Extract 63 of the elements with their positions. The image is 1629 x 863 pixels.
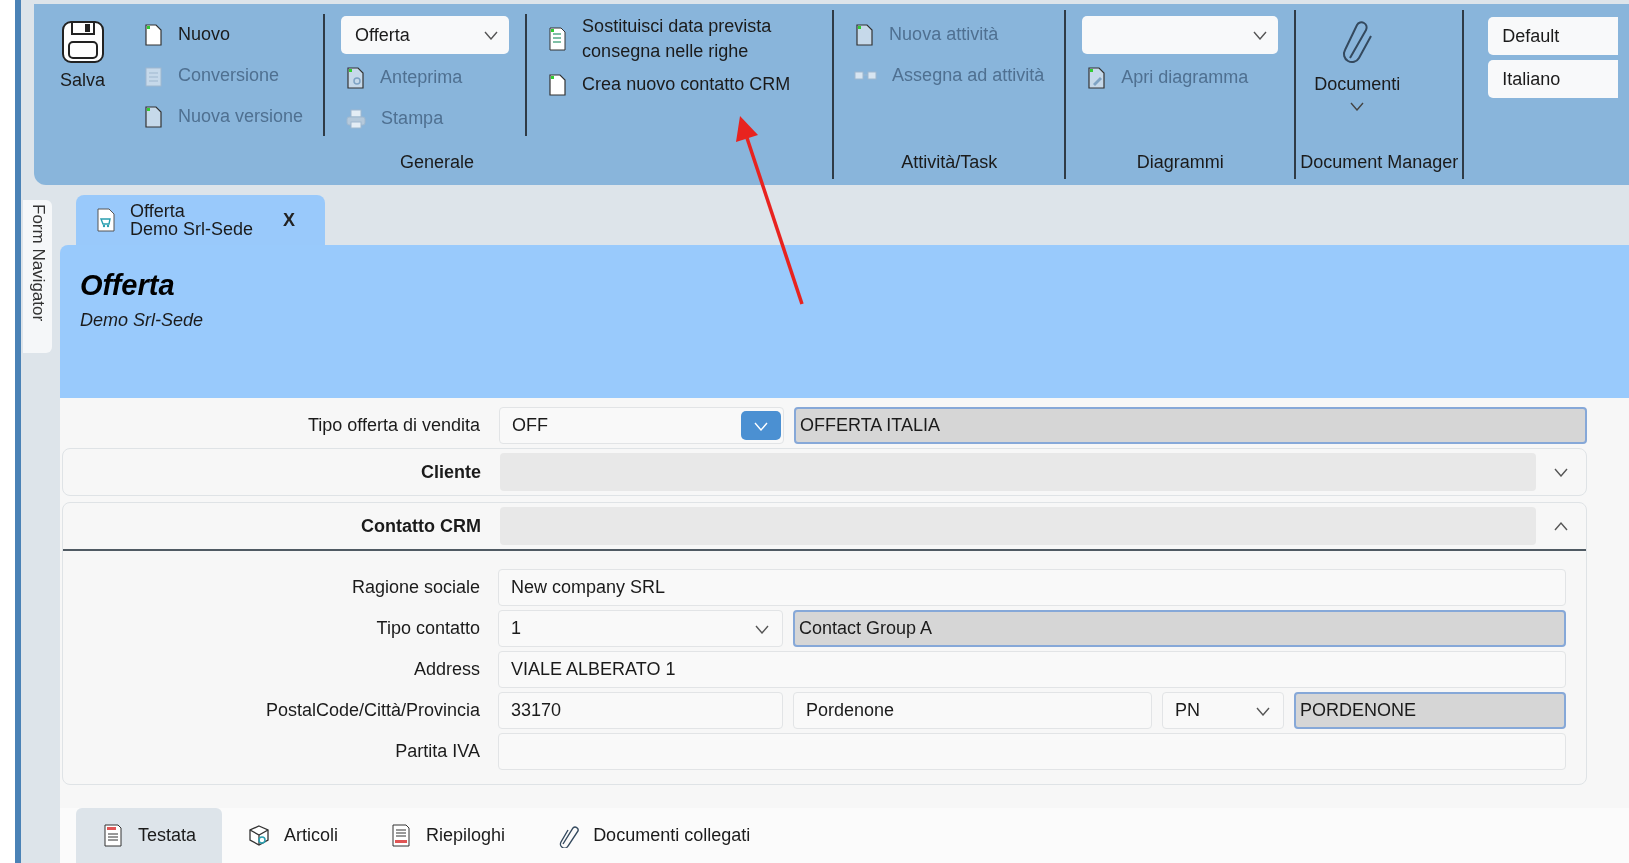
- tab-subtitle: Demo Srl-Sede: [130, 220, 254, 238]
- field-label: Partita IVA: [394, 741, 481, 762]
- chevron-down-icon: [1349, 101, 1366, 111]
- group-label: Diagrammi: [1135, 151, 1225, 174]
- text-field[interactable]: New company SRL: [498, 569, 1566, 606]
- document-icon: [547, 73, 569, 96]
- paperclip-icon: [557, 823, 582, 848]
- field-label: Tipo contatto: [375, 618, 481, 639]
- group-label: Generale: [399, 151, 476, 174]
- chevron-down-icon: [1553, 467, 1569, 477]
- tab[interactable]: Articoli: [222, 808, 365, 863]
- section-label: Contatto CRM: [360, 515, 482, 537]
- text-field[interactable]: VIALE ALBERATO 1: [498, 651, 1566, 688]
- document-icon: [854, 23, 876, 46]
- tab[interactable]: Riepiloghi: [364, 808, 532, 863]
- group-label: Attività/Task: [900, 151, 999, 174]
- document-icon: [143, 105, 165, 128]
- linked-squares-icon: [854, 69, 879, 82]
- dropdown[interactable]: 1: [498, 610, 783, 647]
- ribbon-button[interactable]: Salva: [58, 14, 108, 97]
- tab[interactable]: Documenti collegati: [531, 808, 777, 863]
- chevron-down-icon: [753, 420, 769, 431]
- field-label: Address: [412, 659, 481, 680]
- dropdown[interactable]: Default: [1488, 17, 1619, 55]
- ribbon-button[interactable]: Nuovo: [139, 14, 308, 55]
- section-label: Cliente: [420, 461, 482, 483]
- chevron-up-icon: [1553, 521, 1569, 531]
- page-subtitle: Demo Srl-Sede: [80, 310, 205, 331]
- printer-icon: [345, 107, 368, 130]
- group-label: Document Manager: [1299, 151, 1460, 174]
- side-tab[interactable]: Form Navigator: [23, 200, 52, 353]
- chevron-down-icon: [483, 30, 500, 40]
- chevron-down-icon: [754, 623, 770, 634]
- readonly-field: Contact Group A: [793, 610, 1566, 647]
- dropdown[interactable]: Italiano: [1488, 60, 1619, 98]
- readonly-field: PORDENONE: [1294, 692, 1566, 729]
- save-icon: [60, 20, 105, 64]
- document-tab[interactable]: Offerta Demo Srl-Sede X: [76, 195, 325, 245]
- combo-field[interactable]: OFF: [499, 407, 784, 444]
- close-button[interactable]: X: [277, 208, 302, 232]
- text-field[interactable]: Pordenone: [793, 692, 1152, 729]
- text-field[interactable]: 33170: [498, 692, 783, 729]
- readonly-field: OFFERTA ITALIA: [794, 407, 1587, 444]
- field-label: Tipo offerta di vendita: [306, 415, 481, 436]
- ribbon-button[interactable]: Sostituisci data prevista consegna nelle righe: [543, 14, 817, 64]
- ribbon-button[interactable]: Crea nuovo contatto CRM: [543, 64, 817, 105]
- dropdown[interactable]: Offerta: [341, 16, 510, 54]
- document-cart-icon: [96, 208, 116, 232]
- document-icon: [143, 23, 165, 46]
- document-pen-icon: [1086, 66, 1108, 89]
- document-list-icon: [547, 27, 569, 51]
- page-title: Offerta: [80, 269, 176, 302]
- dropdown[interactable]: [1082, 16, 1279, 54]
- field-label: Ragione sociale: [350, 577, 481, 598]
- ribbon-button[interactable]: Documenti: [1312, 14, 1403, 117]
- tab[interactable]: Testata: [76, 808, 223, 863]
- clipboard-icon: [143, 64, 165, 87]
- tab-title: Offerta: [130, 202, 186, 220]
- chevron-down-icon: [1255, 705, 1271, 716]
- field-label: PostalCode/Città/Provincia: [264, 700, 481, 721]
- document-magnifier-icon: [345, 66, 367, 89]
- chevron-down-icon: [1252, 30, 1269, 40]
- dropdown[interactable]: PN: [1162, 692, 1284, 729]
